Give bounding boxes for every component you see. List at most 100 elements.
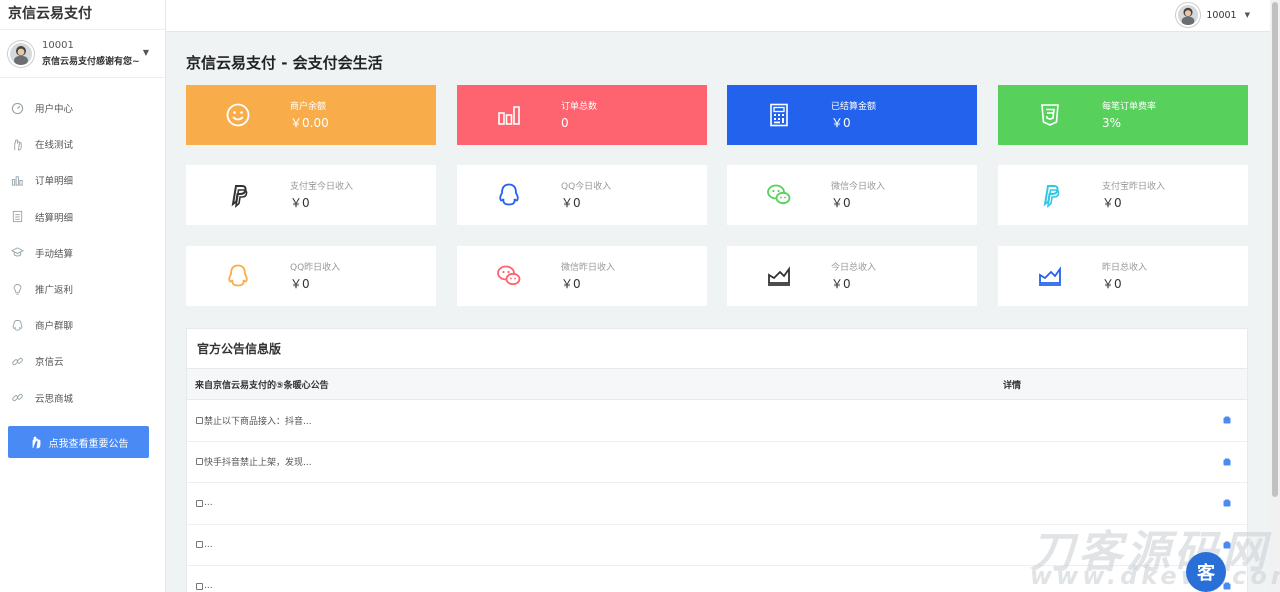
income-card-alipay-yesterday: 支付宝昨日收入 ￥0 <box>998 165 1248 225</box>
wechat-icon <box>497 265 521 286</box>
sidebar-item-settlement-details[interactable]: 结算明细 <box>0 199 165 235</box>
edit-icon <box>196 582 203 590</box>
sidebar-item-merchant-group[interactable]: 商户群聊 <box>0 307 165 343</box>
stat-label: 商户余额 <box>290 102 327 112</box>
income-value: ￥0 <box>561 277 581 291</box>
detail-icon[interactable] <box>1223 458 1231 466</box>
announcement-text: 禁止以下商品接入：抖音... <box>204 416 312 427</box>
topbar-user-id: 10001 <box>1206 9 1237 21</box>
announcement-text: 快手抖音禁止上架，发现... <box>204 458 312 469</box>
income-card-total-today: 今日总收入 ￥0 <box>727 246 977 306</box>
calculator-icon <box>770 103 788 127</box>
caret-down-icon: ▼ <box>1244 11 1250 19</box>
stat-label: 订单总数 <box>561 102 598 112</box>
sidebar-user-profile[interactable]: 10001 京信云易支付感谢有您~ ▼ <box>0 30 165 78</box>
income-label: 昨日总收入 <box>1102 263 1148 273</box>
caret-down-icon[interactable]: ▼ <box>143 48 149 57</box>
sidebar-item-label: 在线测试 <box>35 140 74 152</box>
topbar: 10001 ▼ <box>166 0 1270 32</box>
column-header-title: 来自京信云易支付的⑤条暖心公告 <box>195 380 329 391</box>
dashboard-icon <box>10 101 24 115</box>
hand-pointer-icon <box>32 436 40 449</box>
income-card-wechat-today: 微信今日收入 ￥0 <box>727 165 977 225</box>
sidebar-item-yunsi-mall[interactable]: 云思商城 <box>0 380 165 416</box>
sidebar-item-order-details[interactable]: 订单明细 <box>0 162 165 198</box>
sidebar-item-label: 订单明细 <box>35 176 74 188</box>
detail-icon[interactable] <box>1223 499 1231 507</box>
hand-icon <box>10 137 24 151</box>
income-label: 微信昨日收入 <box>561 263 616 273</box>
income-label: QQ今日收入 <box>561 182 612 192</box>
income-card-wechat-yesterday: 微信昨日收入 ￥0 <box>457 246 707 306</box>
table-row[interactable]: 快手抖音禁止上架，发现... <box>187 442 1247 483</box>
qq-icon <box>499 183 519 206</box>
paypal-icon <box>231 185 248 208</box>
sidebar-item-label: 用户中心 <box>35 104 74 116</box>
sidebar-item-label: 手动结算 <box>35 248 74 260</box>
sidebar-item-manual-settlement[interactable]: 手动结算 <box>0 235 165 271</box>
lightbulb-icon <box>10 282 24 296</box>
link-icon <box>10 354 24 368</box>
table-row[interactable]: 禁止以下商品接入：抖音... <box>187 400 1247 442</box>
wechat-icon <box>767 184 791 205</box>
sidebar-item-jingxinyun[interactable]: 京信云 <box>0 343 165 379</box>
view-notice-label: 点我查看重要公告 <box>48 438 129 450</box>
announcement-table-header: 来自京信云易支付的⑤条暖心公告 详情 <box>187 369 1247 400</box>
stat-card-orders: 订单总数 0 <box>457 85 707 145</box>
income-value: ￥0 <box>831 196 851 210</box>
stat-value: 3% <box>1102 116 1122 130</box>
brand-title: 京信云易支付 <box>0 0 165 30</box>
announcement-title: 官方公告信息版 <box>187 329 1247 369</box>
watermark-url: www.dkewl.com <box>1030 562 1280 590</box>
avatar <box>8 40 34 67</box>
income-value: ￥0 <box>290 196 310 210</box>
edit-icon <box>196 499 203 507</box>
income-value: ￥0 <box>1102 277 1122 291</box>
sidebar-item-online-test[interactable]: 在线测试 <box>0 126 165 162</box>
qq-icon <box>228 264 248 287</box>
edit-icon <box>196 541 203 549</box>
paypal-icon <box>1043 185 1060 208</box>
income-label: QQ昨日收入 <box>290 263 341 273</box>
stat-label: 每笔订单费率 <box>1102 102 1157 112</box>
sidebar-item-label: 云思商城 <box>35 393 74 405</box>
user-subtitle: 京信云易支付感谢有您~ <box>42 56 140 67</box>
graduation-cap-icon <box>10 246 24 260</box>
income-label: 微信今日收入 <box>831 182 886 192</box>
income-label: 今日总收入 <box>831 263 877 273</box>
sidebar-item-referral-rebate[interactable]: 推广返利 <box>0 271 165 307</box>
topbar-user-menu[interactable]: 10001 ▼ <box>1176 3 1250 27</box>
income-card-alipay-today: 支付宝今日收入 ￥0 <box>186 165 436 225</box>
bar-chart-icon <box>10 173 24 187</box>
stat-label: 已结算金额 <box>831 102 877 112</box>
watermark-badge-icon: 客 <box>1186 552 1226 592</box>
stat-value: ￥0.00 <box>290 116 329 130</box>
document-icon <box>10 210 24 224</box>
column-header-detail: 详情 <box>1003 380 1022 391</box>
income-value: ￥0 <box>1102 196 1122 210</box>
sidebar-item-label: 京信云 <box>35 357 64 369</box>
area-chart-icon <box>1039 266 1061 286</box>
detail-icon[interactable] <box>1223 416 1231 424</box>
sidebar-nav: 用户中心 在线测试 订单明细 结算明细 手动结算 推广返利 商户群聊 京信云 云… <box>0 90 165 416</box>
view-notice-button[interactable]: 点我查看重要公告 <box>8 426 149 458</box>
income-label: 支付宝今日收入 <box>290 182 354 192</box>
income-value: ￥0 <box>290 277 310 291</box>
css3-icon <box>1041 104 1059 126</box>
sidebar-item-label: 商户群聊 <box>35 321 74 333</box>
smile-icon <box>226 103 250 127</box>
edit-icon <box>196 458 203 466</box>
qq-icon <box>10 318 24 332</box>
announcement-text: ... <box>204 539 213 550</box>
page-scrollbar[interactable] <box>1270 0 1280 592</box>
page-title: 京信云易支付 - 会支付会生活 <box>186 54 383 72</box>
bar-chart-icon <box>498 106 520 125</box>
sidebar-item-user-center[interactable]: 用户中心 <box>0 90 165 126</box>
stat-card-balance: 商户余额 ￥0.00 <box>186 85 436 145</box>
announcement-text: ... <box>204 581 213 592</box>
stat-value: 0 <box>561 116 569 130</box>
scrollbar-thumb[interactable] <box>1272 2 1278 497</box>
announcement-text: ... <box>204 498 213 509</box>
sidebar: 京信云易支付 10001 京信云易支付感谢有您~ ▼ 用户中心 在线测试 订单明… <box>0 0 166 592</box>
stat-card-fee-rate: 每笔订单费率 3% <box>998 85 1248 145</box>
